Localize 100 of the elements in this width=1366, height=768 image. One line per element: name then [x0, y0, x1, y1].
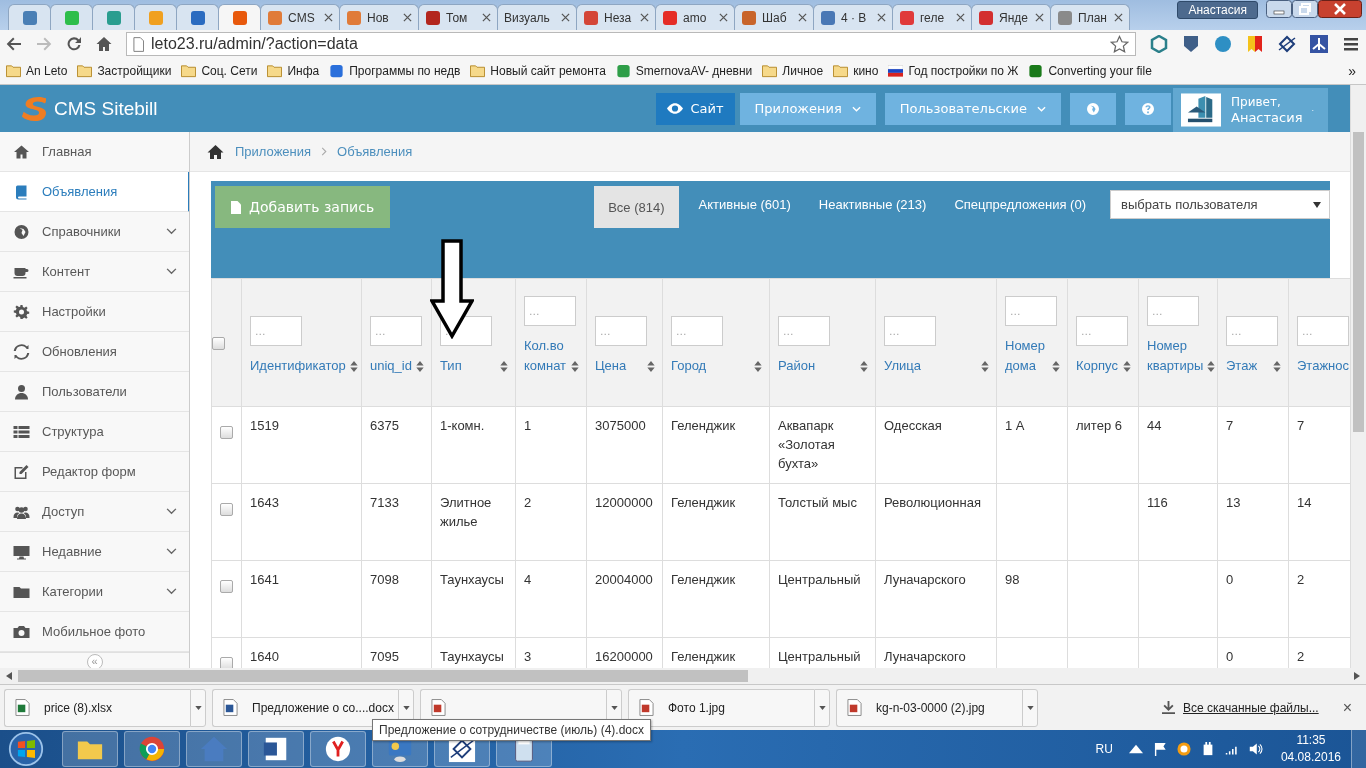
column-header[interactable]: Этажнос [1297, 356, 1349, 376]
column-header[interactable]: Тип [440, 356, 462, 376]
sort-icon[interactable] [500, 361, 508, 372]
sort-icon[interactable] [1052, 361, 1060, 372]
scroll-right-icon[interactable] [1354, 672, 1360, 680]
home-icon[interactable] [96, 36, 112, 52]
bookmark[interactable]: Новый сайт ремонта [470, 64, 606, 78]
user-select[interactable]: выбрать пользователя [1110, 190, 1330, 219]
close-icon[interactable] [482, 13, 491, 22]
checkbox[interactable] [220, 426, 233, 440]
filter-tab[interactable]: Спецпредложения (0) [940, 181, 1100, 228]
close-icon[interactable] [561, 13, 570, 22]
vertical-scrollbar[interactable] [1350, 85, 1366, 668]
sidebar-item[interactable]: Объявления [0, 172, 189, 212]
bookmark[interactable]: Converting your file [1028, 64, 1152, 78]
close-icon[interactable] [640, 13, 649, 22]
close-icon[interactable] [1035, 13, 1044, 22]
column-header[interactable]: Номер дома [1005, 336, 1048, 376]
column-header[interactable]: Кол.во комнат [524, 336, 567, 376]
column-header[interactable]: Идентификатор [250, 356, 346, 376]
start-button[interactable] [6, 731, 46, 767]
bookmark[interactable]: SmernovaAV- дневни [615, 64, 753, 78]
column-header[interactable]: Этаж [1226, 356, 1258, 376]
filter-tab[interactable]: Неактивные (213) [804, 181, 941, 228]
browser-tab[interactable]: геле [892, 4, 972, 30]
all-downloads-link[interactable]: Все скачанные файлы... [1183, 700, 1319, 715]
close-icon[interactable] [956, 13, 965, 22]
filter-field[interactable]: ... [1147, 296, 1199, 326]
shield-icon[interactable] [1182, 35, 1200, 53]
browser-tab[interactable] [92, 4, 135, 30]
volume-icon[interactable] [1248, 742, 1263, 756]
reload-icon[interactable] [66, 36, 82, 52]
close-button[interactable] [1318, 0, 1362, 18]
address-field[interactable]: leto23.ru/admin/?action=data [126, 32, 1136, 56]
globe-button[interactable] [1070, 92, 1116, 125]
filter-tab[interactable]: Активные (601) [684, 181, 805, 228]
bookmark[interactable]: An Leto [6, 64, 68, 78]
browser-tab[interactable]: План [1050, 4, 1130, 30]
browser-tab[interactable] [176, 4, 219, 30]
filter-field[interactable]: ... [1297, 316, 1349, 346]
sidebar-item[interactable]: Настройки [0, 292, 189, 332]
sidebar-item[interactable]: Структура [0, 412, 189, 452]
sort-icon[interactable] [647, 361, 655, 372]
close-button[interactable]: × [1342, 698, 1352, 717]
clock-time[interactable]: 11:35 [1296, 732, 1326, 749]
close-icon[interactable] [324, 13, 333, 22]
download-item[interactable]: Фото 1.jpg [628, 688, 814, 727]
checkbox[interactable] [220, 503, 233, 517]
browser-tab[interactable]: Янде [971, 4, 1051, 30]
filter-field[interactable]: ... [1005, 296, 1057, 326]
close-icon[interactable] [798, 13, 807, 22]
extension-icon[interactable] [1278, 35, 1296, 53]
extension-icon[interactable] [1150, 35, 1168, 53]
browser-icon[interactable] [138, 735, 166, 763]
maximize-button[interactable] [1292, 0, 1318, 18]
browser-tab[interactable] [8, 4, 51, 30]
scroll-left-icon[interactable] [6, 672, 12, 680]
sort-icon[interactable] [754, 361, 762, 372]
browser-tab[interactable]: CMS [260, 4, 340, 30]
brand-name[interactable]: CMS Sitebill [54, 97, 158, 120]
browser-tab[interactable] [218, 4, 261, 30]
close-icon[interactable] [877, 13, 886, 22]
minimize-button[interactable] [1266, 0, 1292, 18]
app-tray-icon[interactable] [1176, 742, 1191, 756]
sidebar-item[interactable]: Контент [0, 252, 189, 292]
column-header[interactable]: Цена [595, 356, 627, 376]
column-header[interactable]: uniq_id [370, 356, 412, 376]
bookmark-icon[interactable] [1246, 35, 1264, 53]
sidebar-item[interactable]: Категории [0, 572, 189, 612]
site-button[interactable]: Сайт [655, 92, 735, 125]
sidebar-item[interactable]: Пользователи [0, 372, 189, 412]
sort-icon[interactable] [1273, 361, 1281, 372]
browser-tab[interactable]: Шаб [734, 4, 814, 30]
column-header[interactable]: Корпус [1076, 356, 1118, 376]
checkbox[interactable] [220, 657, 233, 668]
browser-tab[interactable]: Том [418, 4, 498, 30]
help-button[interactable] [1125, 92, 1171, 125]
sidebar-item[interactable]: Мобильное фото [0, 612, 189, 652]
bookmark[interactable]: Соц. Сети [181, 64, 258, 78]
house-icon[interactable] [207, 143, 224, 160]
filter-field[interactable]: ... [671, 316, 723, 346]
filter-field[interactable]: ... [250, 316, 302, 346]
sidebar-item[interactable]: Недавние [0, 532, 189, 572]
close-icon[interactable] [403, 13, 412, 22]
sort-icon[interactable] [571, 361, 579, 372]
checkbox[interactable] [220, 580, 233, 594]
sidebar-item[interactable]: Редактор форм [0, 452, 189, 492]
clock-date[interactable]: 04.08.2016 [1280, 749, 1341, 766]
column-header[interactable]: Номер квартиры [1147, 336, 1204, 376]
column-header[interactable]: Город [671, 356, 707, 376]
caret-icon[interactable] [1128, 742, 1143, 756]
sort-icon[interactable] [1123, 361, 1131, 372]
extension-icon[interactable] [1310, 35, 1328, 53]
browser-tab[interactable]: Визуаль [497, 4, 577, 30]
download-item[interactable]: price (8).xlsx [4, 688, 190, 727]
filter-field[interactable]: ... [1226, 316, 1278, 346]
sort-icon[interactable] [349, 361, 358, 372]
filter-field[interactable]: ... [884, 316, 936, 346]
browser-tab[interactable]: 4 · В [813, 4, 893, 30]
star-icon[interactable] [1110, 34, 1129, 54]
